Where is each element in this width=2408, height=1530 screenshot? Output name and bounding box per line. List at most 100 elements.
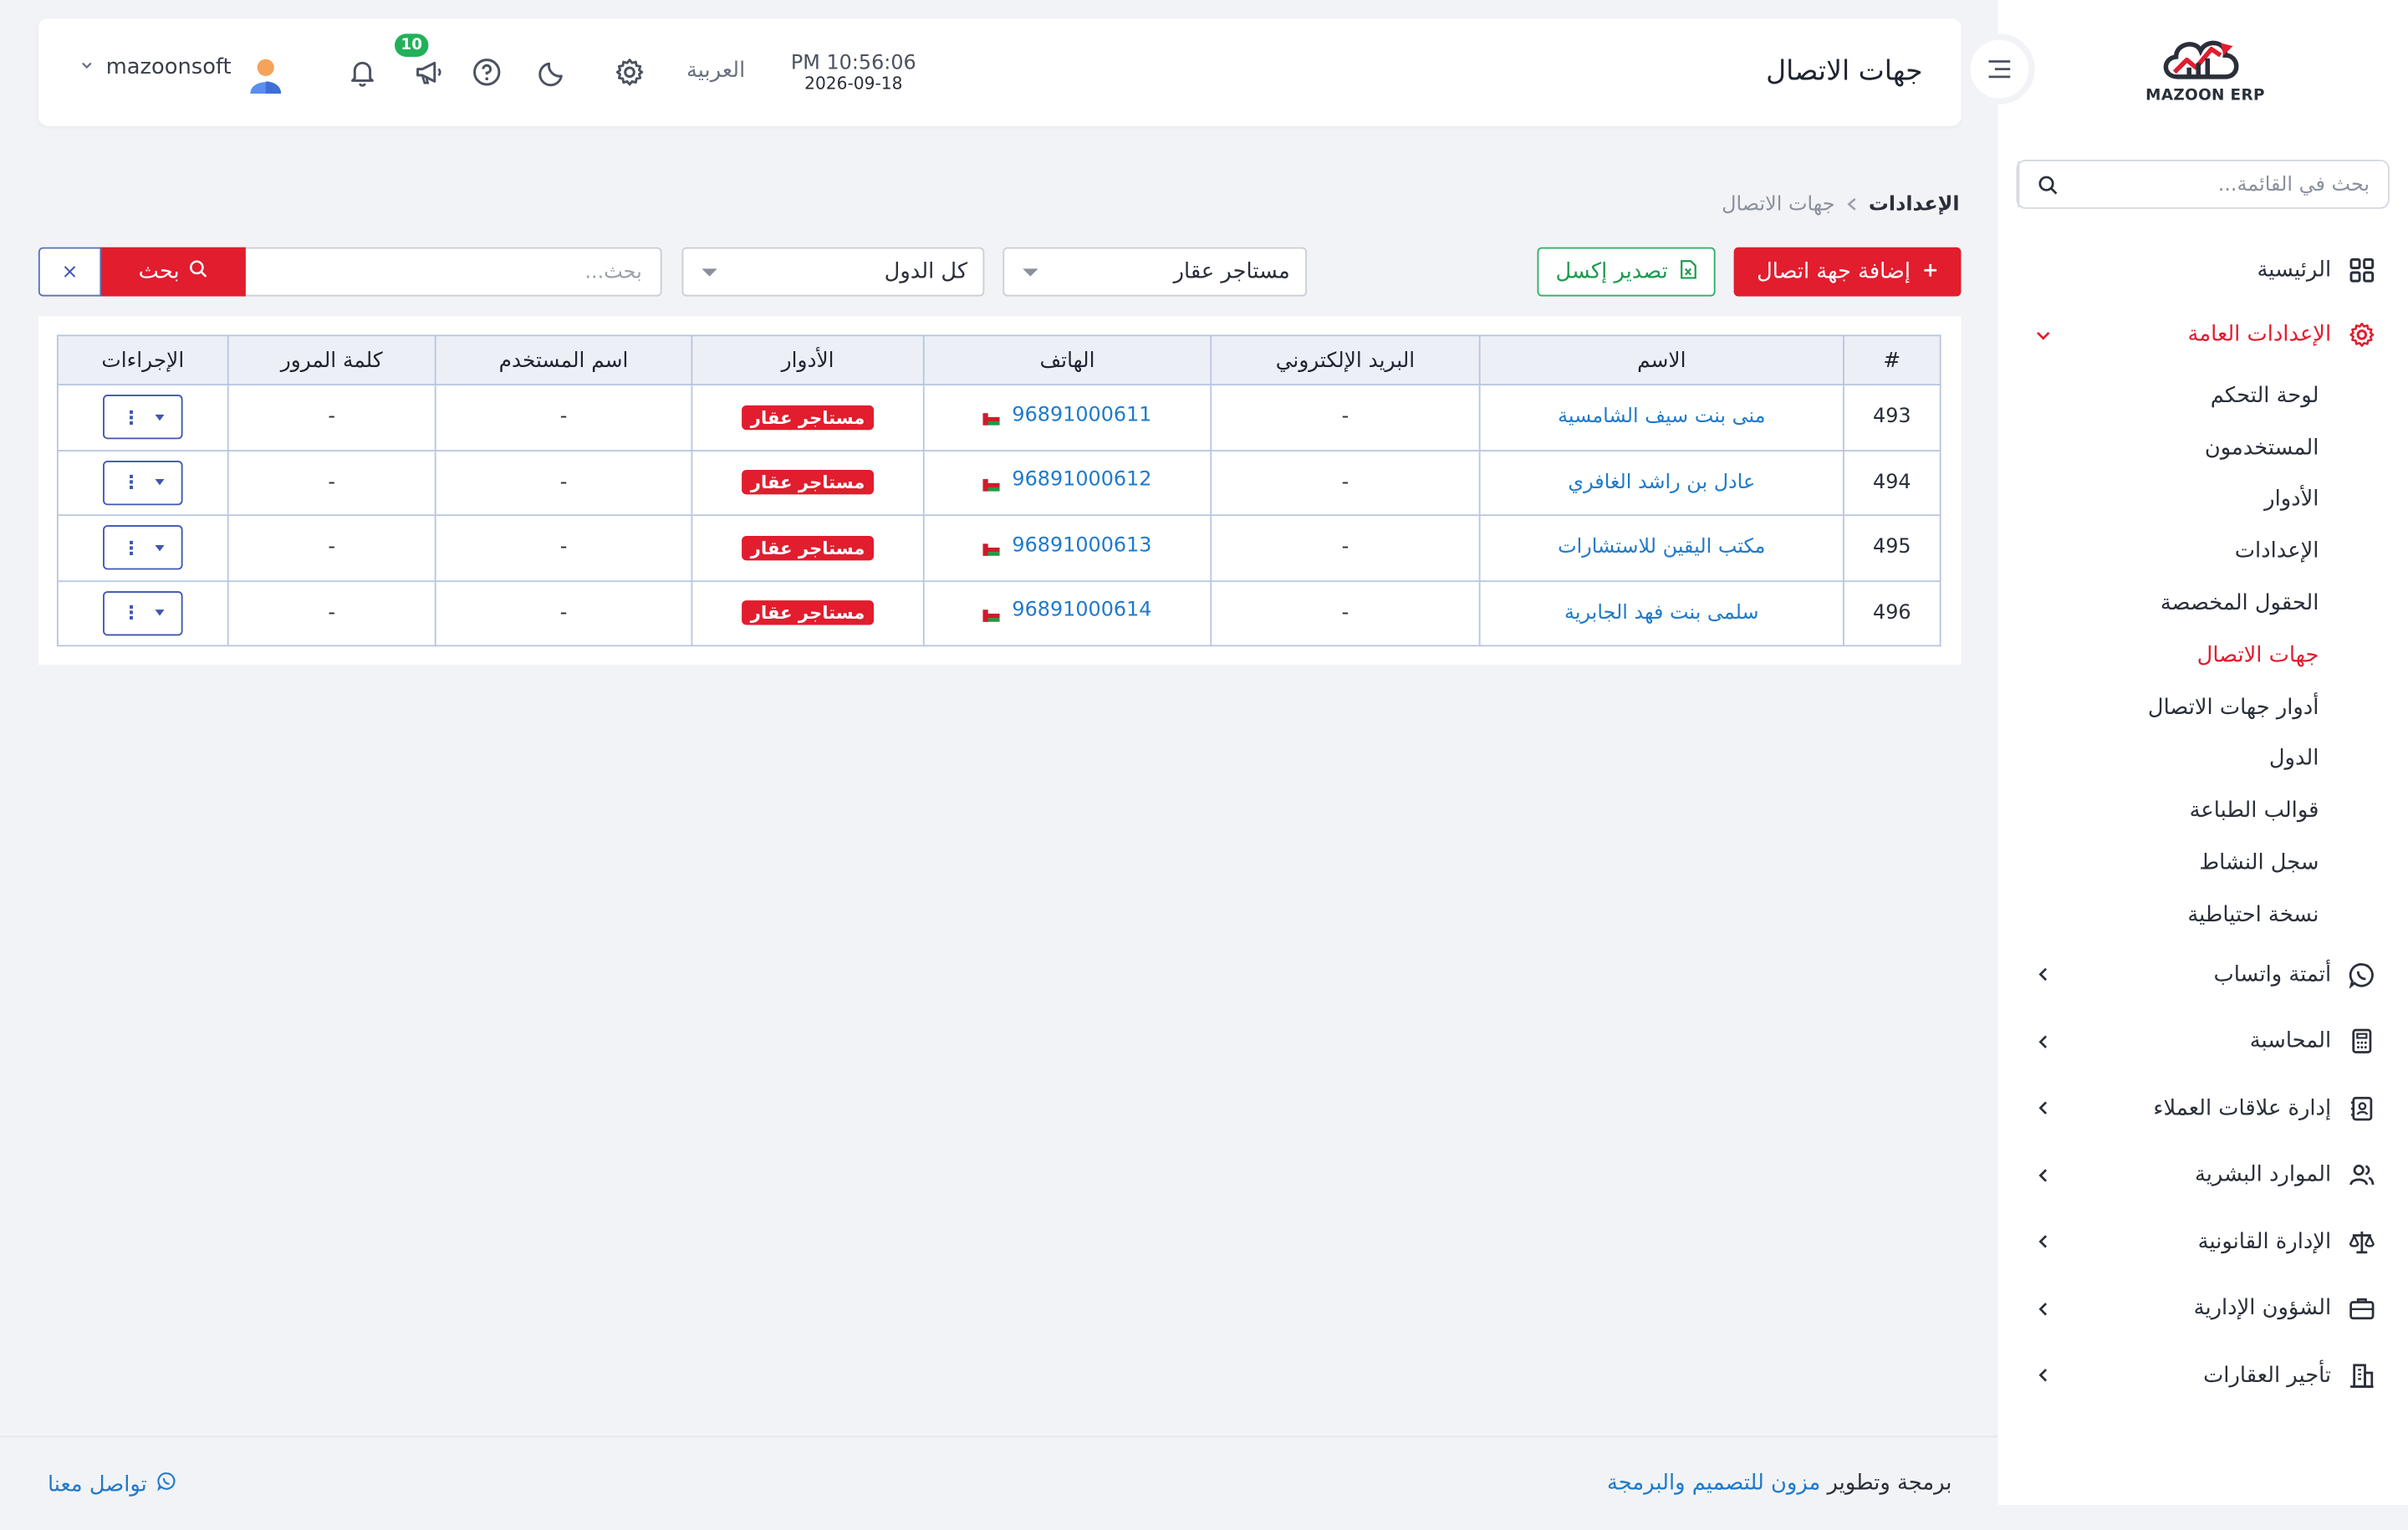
column-header-email[interactable]: البريد الإلكتروني [1210,334,1481,386]
export-excel-button[interactable]: تصدير إكسل [1537,247,1716,297]
phone-link[interactable]: 96891000614 [982,599,1151,622]
cell-password: - [227,384,436,451]
sidebar-item-accounting[interactable]: المحاسبة [1998,1007,2408,1074]
oman-flag-icon [982,474,1000,491]
settings-gear-icon[interactable] [611,54,648,90]
sidebar-item-real-estate-rental[interactable]: تأجير العقارات [1998,1342,2408,1409]
phone-link[interactable]: 96891000612 [982,468,1151,492]
sidebar-subitem-users[interactable]: المستخدمون [1998,422,2408,474]
sidebar-search-input[interactable] [2076,161,2389,207]
avatar[interactable] [244,54,287,96]
sidebar-subitem-roles[interactable]: الأدوار [1998,474,2408,526]
app-root: MAZOON ERP الرئيسية الإعدادات العامة [0,0,2408,1530]
sidebar-subitem-settings[interactable]: الإعدادات [1998,526,2408,578]
contact-name-link[interactable]: سلمى بنت فهد الجابرية [1478,579,1844,647]
country-filter-value: كل الدول [884,259,968,284]
sidebar-subitem-custom-fields[interactable]: الحقول المخصصة [1998,578,2408,630]
megaphone-icon[interactable] [410,54,446,90]
sidebar-item-admin-affairs[interactable]: الشؤون الإدارية [1998,1275,2408,1342]
bell-icon[interactable] [344,54,380,90]
sidebar-search [2016,160,2390,209]
cell-phone: 96891000614 [922,579,1212,647]
sidebar-subitem-countries[interactable]: الدول [1998,733,2408,785]
sidebar-item-whatsapp-automation[interactable]: أتمتة واتساب [1998,941,2408,1007]
help-icon[interactable] [468,54,505,90]
sidebar-item-home[interactable]: الرئيسية [1998,241,2408,299]
user-menu[interactable]: mazoonsoft [80,55,232,80]
logo-text: MAZOON ERP [2145,87,2265,105]
phone-link[interactable]: 96891000613 [982,533,1151,557]
footer-company-link[interactable]: مزون للتصميم والبرمجة [1607,1471,1820,1496]
contacts-search-input[interactable] [263,260,642,283]
add-contact-button[interactable]: إضافة جهة اتصال [1733,247,1962,297]
chevron-left-icon [2028,966,2056,982]
chevron-left-icon [2028,1233,2056,1250]
contacts-table: # الاسم البريد الإلكتروني الهاتف الأدوار… [56,334,1941,647]
table-row: 496 سلمى بنت فهد الجابرية - 96891000614 … [56,579,1941,647]
sidebar-item-label: أتمتة واتساب [2213,961,2332,987]
role-filter-select[interactable]: مستاجر عقار [1002,247,1308,297]
cell-email: - [1210,514,1481,582]
kebab-menu-icon: ⋮ [122,537,141,559]
contact-name-link[interactable]: منى بنت سيف الشامسية [1478,384,1844,451]
cell-password: - [227,514,436,582]
contact-name-link[interactable]: مكتب اليقين للاستشارات [1478,514,1844,582]
oman-flag-icon [982,539,1000,556]
role-badge: مستاجر عقار [741,600,875,625]
cell-id: 494 [1843,449,1941,517]
sidebar-subitem-print-templates[interactable]: قوالب الطباعة [1998,785,2408,837]
phone-link[interactable]: 96891000611 [982,403,1151,426]
oman-flag-icon [982,409,1000,426]
contact-us-link[interactable]: تواصل معنا [48,1471,176,1497]
clear-search-button[interactable]: × [38,247,102,297]
phone-number: 96891000611 [1012,403,1152,426]
kebab-menu-icon: ⋮ [122,472,141,494]
add-contact-label: إضافة جهة اتصال [1757,259,1911,284]
sidebar-toggle-button[interactable] [1964,33,2035,105]
cell-username: - [434,514,693,582]
sidebar-item-general-settings[interactable]: الإعدادات العامة [1998,299,2408,370]
row-actions-dropdown[interactable]: ⋮ [103,590,183,635]
column-header-password[interactable]: كلمة المرور [227,334,436,386]
chevron-left-icon [2028,1367,2056,1384]
sidebar-subitem-contacts[interactable]: جهات الاتصال [1998,630,2408,681]
column-header-roles[interactable]: الأدوار [691,334,925,386]
sidebar-item-legal[interactable]: الإدارة القانونية [1998,1208,2408,1275]
sidebar-item-label: المحاسبة [2249,1028,2332,1054]
cell-phone: 96891000613 [922,514,1212,582]
moon-icon[interactable] [534,54,571,90]
country-filter-select[interactable]: كل الدول [681,247,985,297]
language-switcher[interactable]: العربية [686,59,745,83]
role-filter-value: مستاجر عقار [1173,259,1290,284]
sidebar-subitem-backup[interactable]: نسخة احتياطية [1998,889,2408,941]
cell-actions: ⋮ [56,579,229,647]
sidebar-item-hr[interactable]: الموارد البشرية [1998,1141,2408,1208]
contact-us-label: تواصل معنا [47,1471,147,1497]
search-button[interactable]: بحث [99,247,246,297]
role-badge: مستاجر عقار [741,470,875,495]
breadcrumb-parent[interactable]: الإعدادات [1869,193,1960,217]
column-header-phone[interactable]: الهاتف [922,334,1212,386]
cell-phone: 96891000612 [922,449,1212,517]
contact-name-link[interactable]: عادل بن راشد الغافري [1478,449,1844,517]
sidebar-subitem-dashboard[interactable]: لوحة التحكم [1998,370,2408,422]
column-header-name[interactable]: الاسم [1478,334,1844,386]
column-header-username[interactable]: اسم المستخدم [434,334,693,386]
chevron-left-icon [2028,1166,2056,1183]
table-row: 495 مكتب اليقين للاستشارات - 96891000613… [56,514,1941,582]
sidebar-subitem-contact-roles[interactable]: أدوار جهات الاتصال [1998,681,2408,733]
row-actions-dropdown[interactable]: ⋮ [103,525,183,570]
column-header-id[interactable]: # [1843,334,1941,386]
row-actions-dropdown[interactable]: ⋮ [103,460,183,505]
chevron-down-icon [2028,326,2056,343]
sidebar-item-crm[interactable]: إدارة علاقات العملاء [1998,1074,2408,1141]
logo[interactable]: MAZOON ERP [2120,33,2289,114]
cell-email: - [1210,449,1481,517]
plus-icon [1923,259,1938,283]
sidebar-nav: الرئيسية الإعدادات العامة لوحة التحكم ال… [1998,241,2408,1408]
sidebar-subitem-activity-log[interactable]: سجل النشاط [1998,837,2408,889]
table-header-row: # الاسم البريد الإلكتروني الهاتف الأدوار… [56,334,1941,386]
row-actions-dropdown[interactable]: ⋮ [103,395,183,440]
chevron-left-icon [1845,194,1858,216]
search-icon[interactable] [2018,161,2076,207]
